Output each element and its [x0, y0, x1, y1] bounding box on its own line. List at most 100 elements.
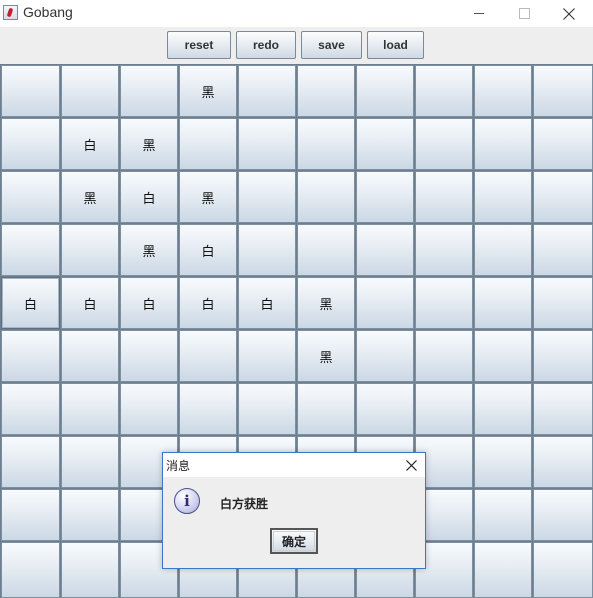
- board-cell[interactable]: [356, 277, 414, 329]
- dialog-title: 消息: [166, 459, 191, 473]
- dialog-close-button[interactable]: [397, 453, 425, 477]
- board-cell[interactable]: 白: [120, 277, 178, 329]
- board-cell[interactable]: [238, 118, 296, 170]
- board-cell[interactable]: [179, 330, 237, 382]
- board-cell[interactable]: [356, 383, 414, 435]
- board-cell[interactable]: [61, 542, 119, 598]
- board-cell[interactable]: 黑: [179, 171, 237, 223]
- board-cell[interactable]: [415, 171, 473, 223]
- board-cell[interactable]: 黑: [179, 65, 237, 117]
- board-cell[interactable]: [238, 171, 296, 223]
- java-app-icon: [3, 5, 18, 20]
- maximize-icon: [518, 8, 530, 19]
- board-cell[interactable]: [533, 118, 593, 170]
- board-cell[interactable]: [297, 383, 355, 435]
- board-cell[interactable]: [120, 65, 178, 117]
- board-cell[interactable]: [297, 224, 355, 276]
- board-cell[interactable]: [533, 330, 593, 382]
- board-cell[interactable]: [356, 65, 414, 117]
- board-cell[interactable]: [179, 118, 237, 170]
- board-cell[interactable]: [474, 542, 532, 598]
- board-cell[interactable]: [474, 171, 532, 223]
- board-cell[interactable]: 白: [238, 277, 296, 329]
- board-cell[interactable]: [356, 118, 414, 170]
- board-cell[interactable]: [61, 65, 119, 117]
- board-cell[interactable]: [474, 489, 532, 541]
- board-cell[interactable]: [238, 330, 296, 382]
- board-cell[interactable]: [356, 330, 414, 382]
- board-cell[interactable]: [120, 383, 178, 435]
- maximize-button[interactable]: [501, 0, 547, 27]
- board-cell[interactable]: [1, 224, 60, 276]
- board-cell[interactable]: 黑: [120, 118, 178, 170]
- gobang-window: Gobang reset redo save load 黑白黑黑白黑黑白白白白白…: [0, 0, 593, 598]
- window-title: Gobang: [23, 4, 73, 20]
- board-cell[interactable]: [297, 171, 355, 223]
- board-cell[interactable]: [61, 383, 119, 435]
- board-cell[interactable]: [474, 436, 532, 488]
- title-bar[interactable]: Gobang: [0, 0, 593, 27]
- board-cell[interactable]: 白: [61, 118, 119, 170]
- dialog-title-bar[interactable]: 消息: [163, 453, 425, 477]
- board-cell[interactable]: [415, 118, 473, 170]
- board-cell[interactable]: [1, 489, 60, 541]
- board-cell[interactable]: [533, 542, 593, 598]
- board-cell[interactable]: [415, 330, 473, 382]
- minimize-button[interactable]: [456, 0, 502, 27]
- board-cell[interactable]: [533, 224, 593, 276]
- board-cell[interactable]: [533, 65, 593, 117]
- board-cell[interactable]: [415, 277, 473, 329]
- close-icon: [405, 459, 417, 471]
- board-cell[interactable]: [474, 118, 532, 170]
- board-cell[interactable]: [1, 330, 60, 382]
- board-cell[interactable]: [61, 489, 119, 541]
- board-cell[interactable]: [533, 383, 593, 435]
- board-cell[interactable]: [474, 383, 532, 435]
- board-cell[interactable]: [120, 330, 178, 382]
- board-cell[interactable]: [1, 436, 60, 488]
- board-cell[interactable]: 黑: [297, 277, 355, 329]
- board-cell[interactable]: [179, 383, 237, 435]
- board-cell[interactable]: [238, 65, 296, 117]
- board-cell[interactable]: 白: [1, 277, 60, 329]
- save-button[interactable]: save: [301, 31, 362, 59]
- board-cell[interactable]: 白: [61, 277, 119, 329]
- board-cell[interactable]: [238, 383, 296, 435]
- board-cell[interactable]: [238, 224, 296, 276]
- redo-button[interactable]: redo: [236, 31, 296, 59]
- board-cell[interactable]: [61, 436, 119, 488]
- info-icon: i: [174, 488, 200, 514]
- board-cell[interactable]: [1, 65, 60, 117]
- board-cell[interactable]: [297, 65, 355, 117]
- board-cell[interactable]: 白: [179, 224, 237, 276]
- board-cell[interactable]: [533, 436, 593, 488]
- board-cell[interactable]: [1, 542, 60, 598]
- board-cell[interactable]: 黑: [120, 224, 178, 276]
- board-cell[interactable]: [415, 383, 473, 435]
- board-cell[interactable]: [474, 65, 532, 117]
- board-cell[interactable]: [474, 330, 532, 382]
- board-cell[interactable]: [415, 224, 473, 276]
- board-cell[interactable]: [1, 383, 60, 435]
- board-cell[interactable]: [1, 171, 60, 223]
- close-button[interactable]: [546, 0, 592, 27]
- board-cell[interactable]: [61, 330, 119, 382]
- board-cell[interactable]: [61, 224, 119, 276]
- board-cell[interactable]: [297, 118, 355, 170]
- board-cell[interactable]: 白: [120, 171, 178, 223]
- board-cell[interactable]: [533, 277, 593, 329]
- board-cell[interactable]: [533, 171, 593, 223]
- reset-button[interactable]: reset: [167, 31, 231, 59]
- board-cell[interactable]: [415, 65, 473, 117]
- board-cell[interactable]: [533, 489, 593, 541]
- board-cell[interactable]: [474, 224, 532, 276]
- board-cell[interactable]: [1, 118, 60, 170]
- ok-button[interactable]: 确定: [270, 528, 318, 554]
- board-cell[interactable]: [356, 224, 414, 276]
- board-cell[interactable]: 白: [179, 277, 237, 329]
- load-button[interactable]: load: [367, 31, 424, 59]
- board-cell[interactable]: 黑: [297, 330, 355, 382]
- board-cell[interactable]: 黑: [61, 171, 119, 223]
- board-cell[interactable]: [356, 171, 414, 223]
- board-cell[interactable]: [474, 277, 532, 329]
